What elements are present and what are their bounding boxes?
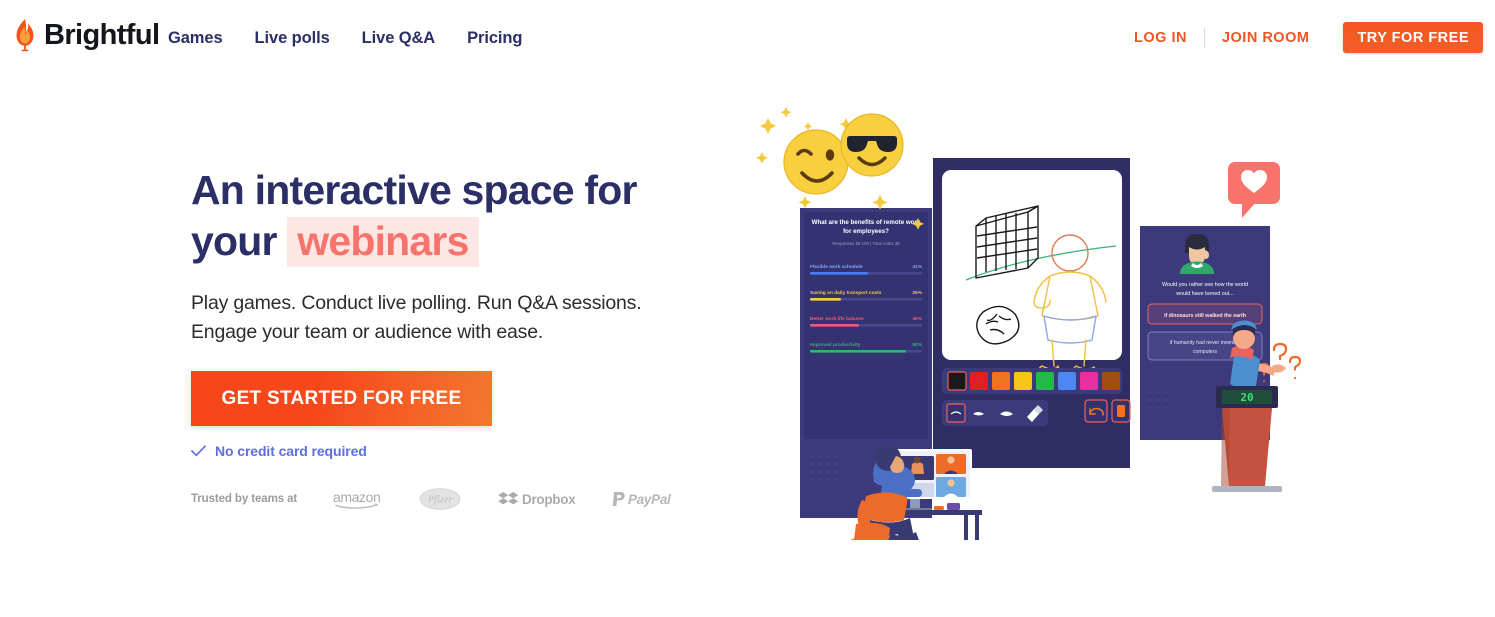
site-header: Brightful Games Live polls Live Q&A Pric… (0, 0, 1495, 75)
swatch-green[interactable] (1036, 372, 1054, 390)
headline-highlight: webinars (287, 217, 479, 267)
color-palette (942, 368, 1122, 394)
no-credit-card-label: No credit card required (215, 443, 367, 459)
hero-headline: An interactive space for your webinars (191, 165, 711, 267)
brand-logo-amazon: amazon (333, 489, 383, 509)
podium-timer: 20 (1240, 391, 1253, 404)
headline-line-2-prefix: your (191, 218, 277, 264)
sunglasses-face-emoji (840, 113, 904, 177)
svg-text:Flexible work schedule: Flexible work schedule (810, 264, 863, 270)
swatch-brown[interactable] (1102, 372, 1120, 390)
svg-text:Pfizer: Pfizer (428, 494, 453, 505)
drawing-board (933, 158, 1131, 468)
headline-line-1: An interactive space for (191, 167, 637, 213)
svg-text:25%: 25% (912, 290, 922, 296)
svg-text:36%: 36% (912, 316, 922, 322)
tool-brush-thin[interactable] (946, 403, 966, 423)
swatch-orange[interactable] (992, 372, 1010, 390)
landing-page: Brightful Games Live polls Live Q&A Pric… (0, 0, 1495, 617)
poll-meta: Responses 56 100 | Total votes 38 (832, 241, 900, 246)
no-credit-card-note: No credit card required (191, 443, 711, 459)
svg-text:Saving on daily transport cost: Saving on daily transport costs (810, 290, 882, 296)
qa-question-line-1: Would you rather see how the world (1162, 282, 1248, 288)
swatch-black[interactable] (947, 371, 967, 391)
svg-text:PayPal: PayPal (628, 492, 671, 507)
trash-button[interactable] (1111, 399, 1131, 423)
logo-text: Brightful (44, 18, 160, 51)
brand-logo-paypal: PayPal (611, 490, 673, 508)
main-nav: Games Live polls Live Q&A Pricing (168, 29, 522, 48)
nav-item-games[interactable]: Games (168, 29, 223, 48)
svg-text:amazon: amazon (333, 489, 380, 505)
hero-content: An interactive space for your webinars P… (191, 165, 711, 459)
swatch-yellow[interactable] (1014, 372, 1032, 390)
trusted-by-row: Trusted by teams at amazon Pfizer Dropbo… (191, 488, 673, 510)
nav-item-live-qa[interactable]: Live Q&A (362, 29, 436, 48)
nav-item-pricing[interactable]: Pricing (467, 29, 522, 48)
hero-illustration: What are the benefits of remote work for… (750, 100, 1350, 540)
subtitle-line-1: Play games. Conduct live polling. Run Q&… (191, 292, 642, 314)
tool-bar (942, 399, 1131, 426)
brand-logo-pfizer: Pfizer (419, 488, 461, 510)
poll-question-line-2: for employees? (843, 228, 889, 235)
header-actions: LOG IN JOIN ROOM TRY FOR FREE (1117, 22, 1483, 53)
svg-text:Improved productivity: Improved productivity (810, 342, 861, 348)
svg-text:Better work life balance: Better work life balance (810, 316, 864, 322)
check-icon (191, 445, 206, 457)
svg-text:41%: 41% (912, 264, 922, 270)
subtitle-line-2: Engage your team or audience with ease. (191, 321, 544, 343)
swatch-magenta[interactable] (1080, 372, 1098, 390)
trusted-by-label: Trusted by teams at (191, 493, 298, 505)
brand-logo-dropbox: Dropbox (497, 490, 575, 508)
swatch-blue[interactable] (1058, 372, 1076, 390)
hero-subtitle: Play games. Conduct live polling. Run Q&… (191, 289, 671, 347)
try-for-free-button[interactable]: TRY FOR FREE (1343, 22, 1483, 53)
poll-question-line-1: What are the benefits of remote work (812, 219, 921, 226)
get-started-button[interactable]: GET STARTED FOR FREE (191, 371, 492, 426)
qa-question-line-2: would have turned out... (1175, 291, 1234, 297)
svg-text:computers: computers (1193, 349, 1218, 355)
winking-face-emoji (783, 129, 849, 195)
logo[interactable]: Brightful (12, 18, 160, 52)
undo-button[interactable] (1084, 399, 1108, 423)
flame-icon (16, 19, 34, 52)
login-link[interactable]: LOG IN (1117, 30, 1204, 46)
svg-text:80%: 80% (912, 342, 922, 348)
join-room-link[interactable]: JOIN ROOM (1205, 30, 1326, 46)
swatch-red[interactable] (970, 372, 988, 390)
nav-item-live-polls[interactable]: Live polls (255, 29, 330, 48)
svg-text:if dinosaurs still walked the: if dinosaurs still walked the earth (1164, 313, 1246, 319)
svg-text:Dropbox: Dropbox (522, 492, 575, 507)
reaction-bubble (1228, 162, 1280, 218)
svg-text:if humanity had never invented: if humanity had never invented (1170, 340, 1241, 346)
